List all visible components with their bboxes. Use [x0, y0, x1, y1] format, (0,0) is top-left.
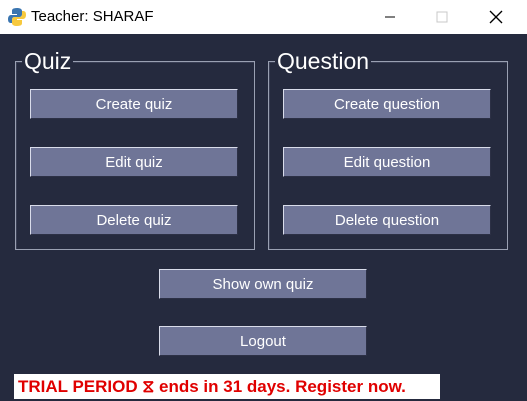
create-quiz-button[interactable]: Create quiz [30, 89, 238, 119]
minimize-button[interactable] [367, 0, 413, 34]
logout-button[interactable]: Logout [159, 326, 367, 356]
window-title: Teacher: SHARAF [31, 8, 154, 25]
maximize-button[interactable] [419, 0, 465, 34]
edit-question-button[interactable]: Edit question [283, 147, 491, 177]
create-question-button[interactable]: Create question [283, 89, 491, 119]
quiz-group-title: Quiz [22, 48, 74, 74]
title-bar[interactable]: Teacher: SHARAF [0, 0, 527, 34]
maximize-icon [436, 11, 448, 23]
close-button[interactable] [473, 0, 519, 34]
minimize-icon [385, 16, 395, 18]
close-icon [489, 10, 503, 24]
edit-quiz-button[interactable]: Edit quiz [30, 147, 238, 177]
question-group-title: Question [275, 48, 372, 74]
python-icon [8, 8, 26, 26]
delete-question-button[interactable]: Delete question [283, 205, 491, 235]
show-own-quiz-button[interactable]: Show own quiz [159, 269, 367, 299]
delete-quiz-button[interactable]: Delete quiz [30, 205, 238, 235]
trial-banner[interactable]: TRIAL PERIOD ⧖ ends in 31 days. Register… [14, 374, 440, 399]
